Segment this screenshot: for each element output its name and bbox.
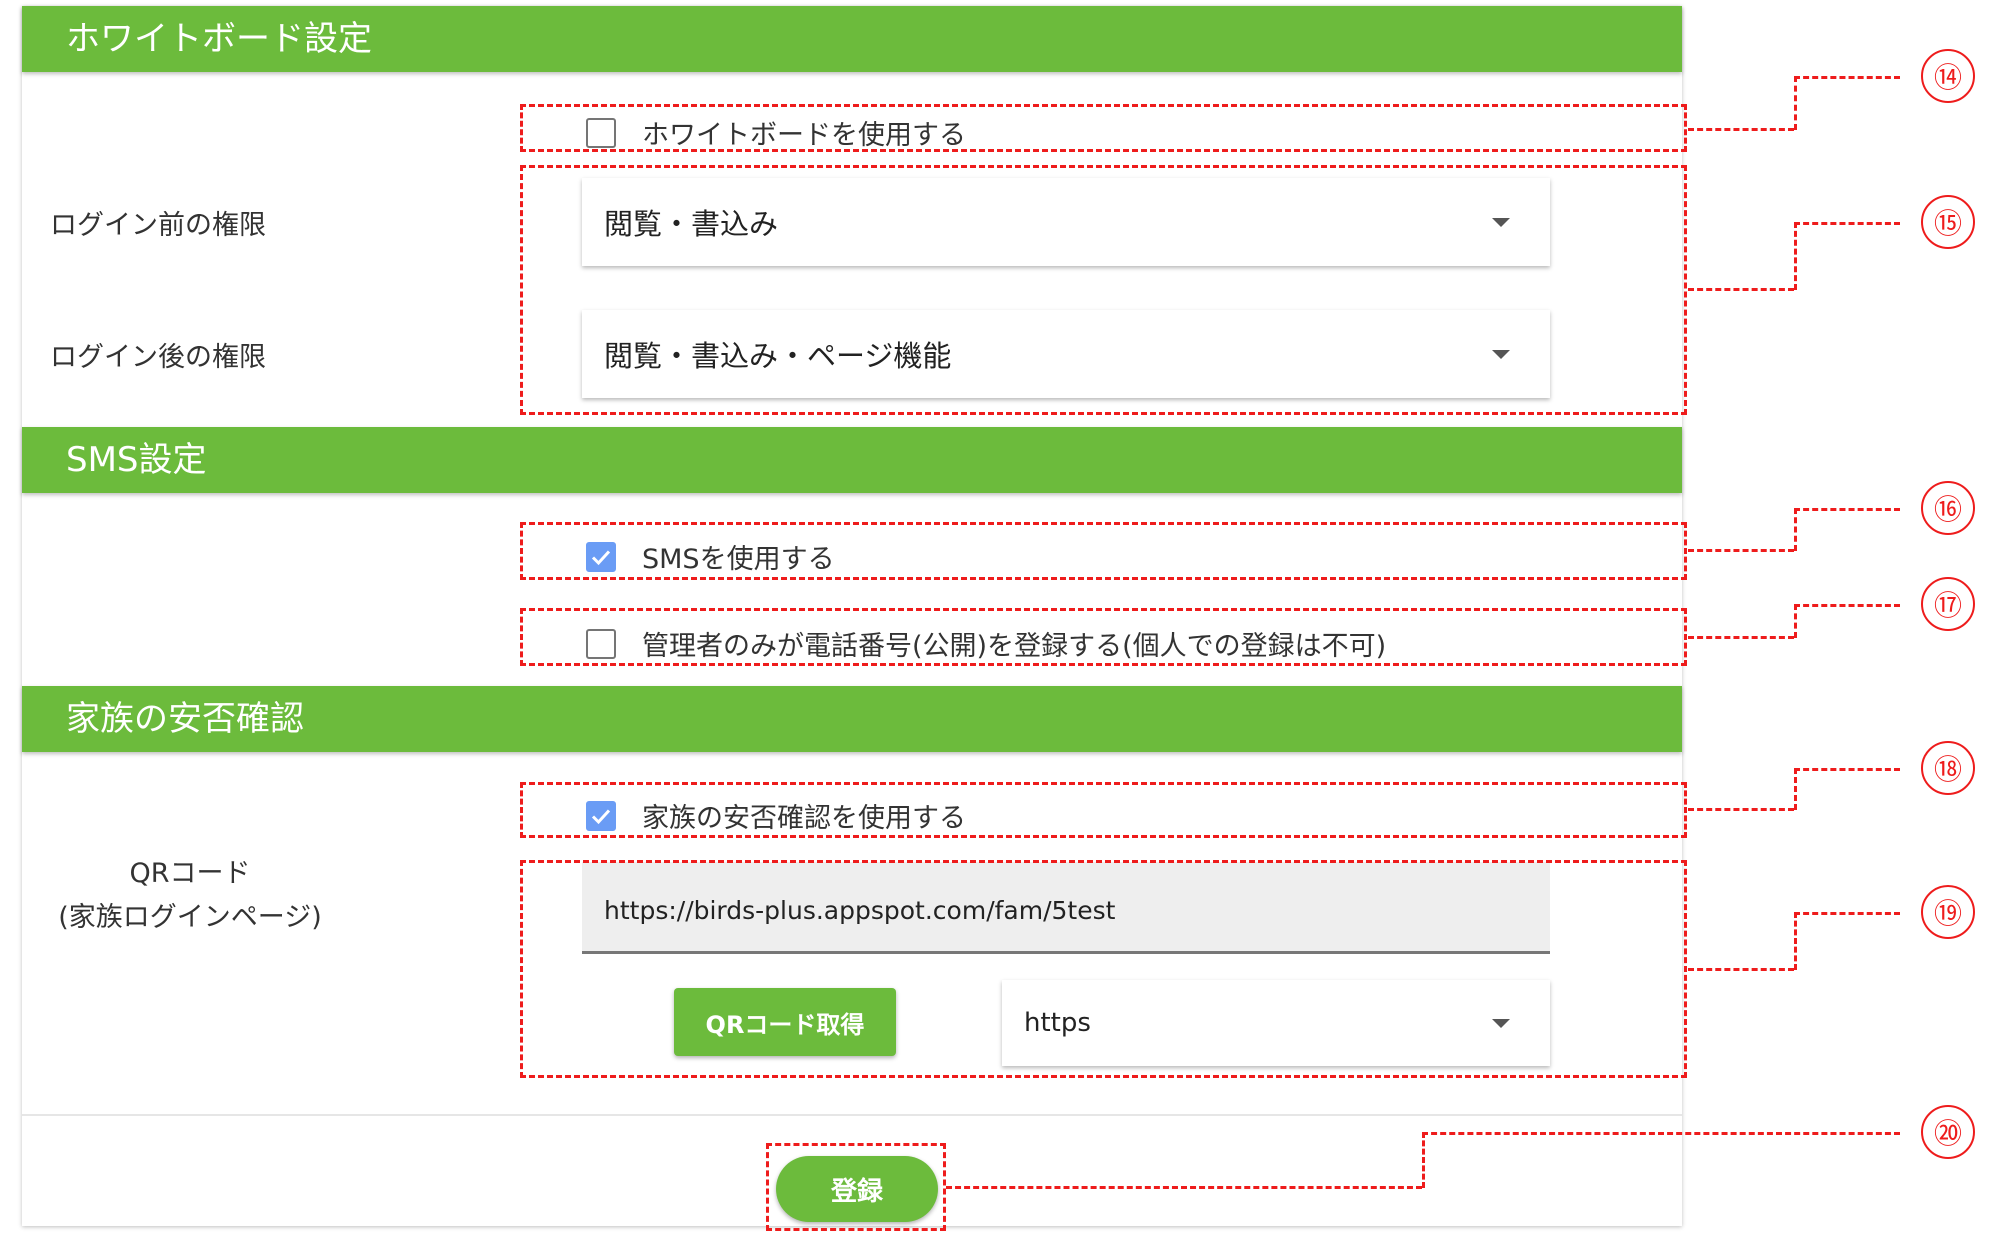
- callout-number-17: ⑰: [1921, 577, 1975, 631]
- leader-line-15: [1794, 222, 1900, 225]
- leader-line-16: [1794, 508, 1900, 511]
- leader-line-14: [1688, 128, 1794, 131]
- leader-line-17: [1688, 636, 1794, 639]
- leader-line-15: [1794, 222, 1797, 290]
- after-login-permission-label: ログイン後の権限: [50, 342, 266, 373]
- callout-box-16: [520, 522, 1687, 580]
- footer-divider: [22, 1114, 1682, 1116]
- leader-line-20: [1422, 1132, 1425, 1188]
- family-section-header: 家族の安否確認: [22, 686, 1682, 752]
- leader-line-18: [1688, 808, 1794, 811]
- callout-number-20: ⑳: [1921, 1105, 1975, 1159]
- callout-number-16: ⑯: [1921, 481, 1975, 535]
- callout-box-14: [520, 104, 1687, 152]
- whiteboard-section-header: ホワイトボード設定: [22, 6, 1682, 72]
- callout-number-14: ⑭: [1921, 49, 1975, 103]
- qr-code-label-line2: (家族ログインページ): [58, 902, 322, 933]
- leader-line-14: [1794, 76, 1900, 79]
- callout-box-20: [766, 1143, 946, 1231]
- callout-number-15: ⑮: [1921, 195, 1975, 249]
- leader-line-20: [1422, 1132, 1900, 1135]
- leader-line-18: [1794, 768, 1900, 771]
- callout-number-19: ⑲: [1921, 885, 1975, 939]
- leader-line-20: [946, 1186, 1422, 1189]
- leader-line-15: [1688, 288, 1794, 291]
- leader-line-14: [1794, 76, 1797, 130]
- callout-box-15: [520, 165, 1687, 415]
- leader-line-16: [1794, 508, 1797, 551]
- leader-line-19: [1794, 912, 1900, 915]
- leader-line-19: [1794, 912, 1797, 970]
- leader-line-17: [1794, 604, 1900, 607]
- callout-box-17: [520, 608, 1687, 666]
- leader-line-16: [1688, 549, 1794, 552]
- callout-box-19: [520, 860, 1687, 1078]
- callout-box-18: [520, 782, 1687, 838]
- leader-line-17: [1794, 604, 1797, 638]
- before-login-permission-label: ログイン前の権限: [50, 210, 266, 241]
- leader-line-18: [1794, 768, 1797, 810]
- leader-line-19: [1688, 968, 1794, 971]
- qr-code-label-line1: QRコード: [129, 858, 251, 889]
- qr-code-label: QRコード (家族ログインページ): [40, 852, 340, 940]
- sms-section-header: SMS設定: [22, 427, 1682, 493]
- callout-number-18: ⑱: [1921, 741, 1975, 795]
